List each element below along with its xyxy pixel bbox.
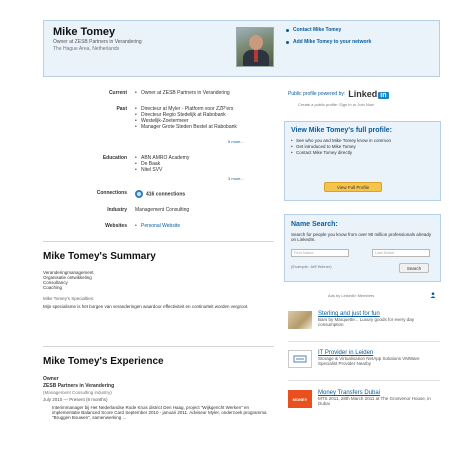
overview-connections: Connections 416 connections bbox=[96, 190, 186, 198]
ad-body: Bars by Marquette... Luxury goods for ev… bbox=[318, 317, 415, 327]
specialties-text: Mijn specialisme is het borgen van veran… bbox=[43, 304, 249, 309]
section-divider bbox=[43, 346, 274, 347]
experience-description: Interimmanager bij Het Nederlandse Rode … bbox=[52, 405, 267, 420]
ad-divider bbox=[288, 380, 440, 381]
overview-websites: Websites Personal Website bbox=[43, 223, 180, 229]
experience-company: ZESB Partners in Verandering bbox=[43, 383, 115, 389]
ad-thumbnail: MONEY bbox=[288, 390, 312, 408]
ad-item[interactable]: Sterling and just for fun Bars by Marque… bbox=[288, 311, 440, 329]
contact-link[interactable]: Contact Mike Tomey bbox=[286, 27, 371, 33]
full-profile-title: View Mike Tomey's full profile: bbox=[291, 127, 392, 134]
current-item: Owner at ZESB Partners in Verandering bbox=[135, 90, 230, 96]
search-button[interactable]: Search bbox=[399, 263, 429, 273]
experience-title: Mike Tomey's Experience bbox=[43, 356, 164, 367]
ads-label: Ads by LinkedIn Members bbox=[328, 293, 375, 298]
person-icon[interactable] bbox=[430, 292, 436, 298]
ad-body: MTS 2011, 28th March 2011 at The Grosven… bbox=[318, 396, 431, 406]
list-item: Contact Mike Tomey directly bbox=[291, 150, 391, 156]
profile-headline: Owner at ZESB Partners in Verandering bbox=[53, 39, 142, 45]
ad-item[interactable]: IT Provider in Leiden Storage & Virtuali… bbox=[288, 350, 440, 368]
powered-by: Public profile powered by: Linked in bbox=[288, 89, 389, 99]
bullet-icon bbox=[286, 40, 289, 44]
summary-body: Veranderingmanagement Organisatie ontwik… bbox=[43, 270, 94, 290]
name-search-description: Search for people you know from over 90 … bbox=[291, 232, 432, 242]
overview-past: Past Directeur at Myler - Platform voor … bbox=[43, 106, 237, 130]
name-search-title: Name Search: bbox=[291, 221, 338, 228]
profile-location: The Hague Area, Netherlands bbox=[53, 46, 120, 52]
section-divider bbox=[43, 241, 274, 242]
add-to-network-link[interactable]: Add Mike Tomey to your network bbox=[286, 39, 371, 45]
connections-icon bbox=[135, 190, 143, 198]
profile-photo bbox=[236, 27, 274, 67]
education-more-link[interactable]: 3 more... bbox=[228, 176, 244, 181]
overview-current: Current Owner at ZESB Partners in Verand… bbox=[43, 90, 230, 96]
first-name-input[interactable]: First Name bbox=[291, 249, 349, 257]
header-actions: Contact Mike Tomey Add Mike Tomey to you… bbox=[286, 27, 371, 51]
bullet-icon bbox=[286, 28, 289, 32]
education-item: Nitel SVV bbox=[135, 167, 189, 173]
overview-industry: Industry Management Consulting bbox=[107, 207, 190, 213]
ad-item[interactable]: MONEY Money Transfers Dubai MTS 2011, 28… bbox=[288, 390, 440, 408]
past-more-link[interactable]: 5 more... bbox=[228, 139, 244, 144]
profile-name: Mike Tomey bbox=[53, 26, 116, 38]
last-name-input[interactable]: Last Name bbox=[372, 249, 430, 257]
logo-icon bbox=[293, 355, 307, 363]
summary-title: Mike Tomey's Summary bbox=[43, 251, 156, 262]
ad-thumbnail bbox=[288, 311, 312, 329]
create-profile-link[interactable]: Create a public profile: Sign In or Join… bbox=[298, 102, 374, 107]
industry-value: Management Consulting bbox=[135, 207, 190, 213]
ad-thumbnail bbox=[288, 350, 312, 368]
view-full-profile-button[interactable]: View Full Profile bbox=[324, 182, 382, 192]
experience-industry: (Management Consulting industry) bbox=[43, 390, 112, 395]
overview-education: Education ABN AMRO Academy De Baak Nitel… bbox=[43, 155, 190, 173]
ad-body: Storage & Virtualisation NetApp Solution… bbox=[318, 356, 420, 366]
experience-dates: July 2010 — Present (8 months) bbox=[43, 397, 108, 402]
search-example: (Example: Jeff Weiner) bbox=[291, 264, 332, 269]
past-item: Manager Grote Steden Bestel at Rabobank bbox=[135, 124, 237, 130]
linkedin-logo[interactable]: Linked in bbox=[348, 89, 389, 99]
website-link[interactable]: Personal Website bbox=[135, 223, 180, 229]
ad-divider bbox=[288, 341, 440, 342]
specialties-label: Mike Tomey's Specialties: bbox=[43, 296, 95, 301]
experience-role: Owner bbox=[43, 376, 59, 382]
connections-count: 416 connections bbox=[146, 191, 186, 198]
full-profile-list: See who you and Mike Tomey know in commo… bbox=[291, 138, 391, 156]
